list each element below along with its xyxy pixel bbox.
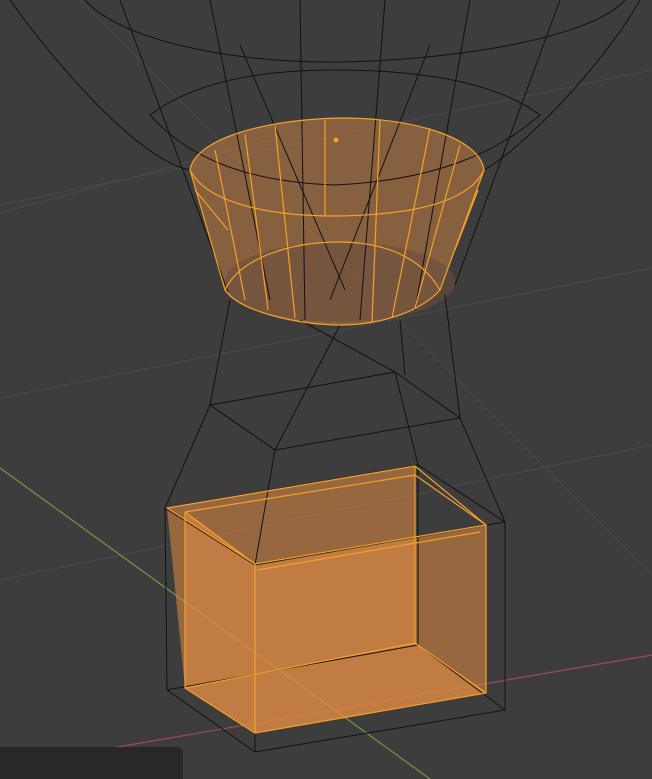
viewport-canvas[interactable]	[0, 0, 652, 779]
box-selected-faces[interactable]	[167, 466, 486, 733]
funnel-rim-edge[interactable]	[84, 0, 626, 63]
ring-bottom-face[interactable]	[225, 242, 455, 322]
neck-edge[interactable]	[164, 404, 211, 509]
funnel-edge[interactable]	[454, 0, 561, 286]
ring-selected-faces[interactable]	[190, 118, 484, 325]
3d-viewport[interactable]	[0, 0, 652, 779]
neck-edge[interactable]	[399, 319, 406, 376]
operator-panel[interactable]	[0, 747, 183, 779]
neck-edge[interactable]	[459, 417, 506, 523]
neck-square[interactable]	[208, 371, 462, 451]
funnel-edge[interactable]	[9, 0, 191, 171]
neck-edge[interactable]	[444, 294, 461, 419]
funnel-edge[interactable]	[483, 0, 641, 171]
neck-edge[interactable]	[299, 319, 396, 373]
object-origin-dot[interactable]	[333, 137, 339, 143]
